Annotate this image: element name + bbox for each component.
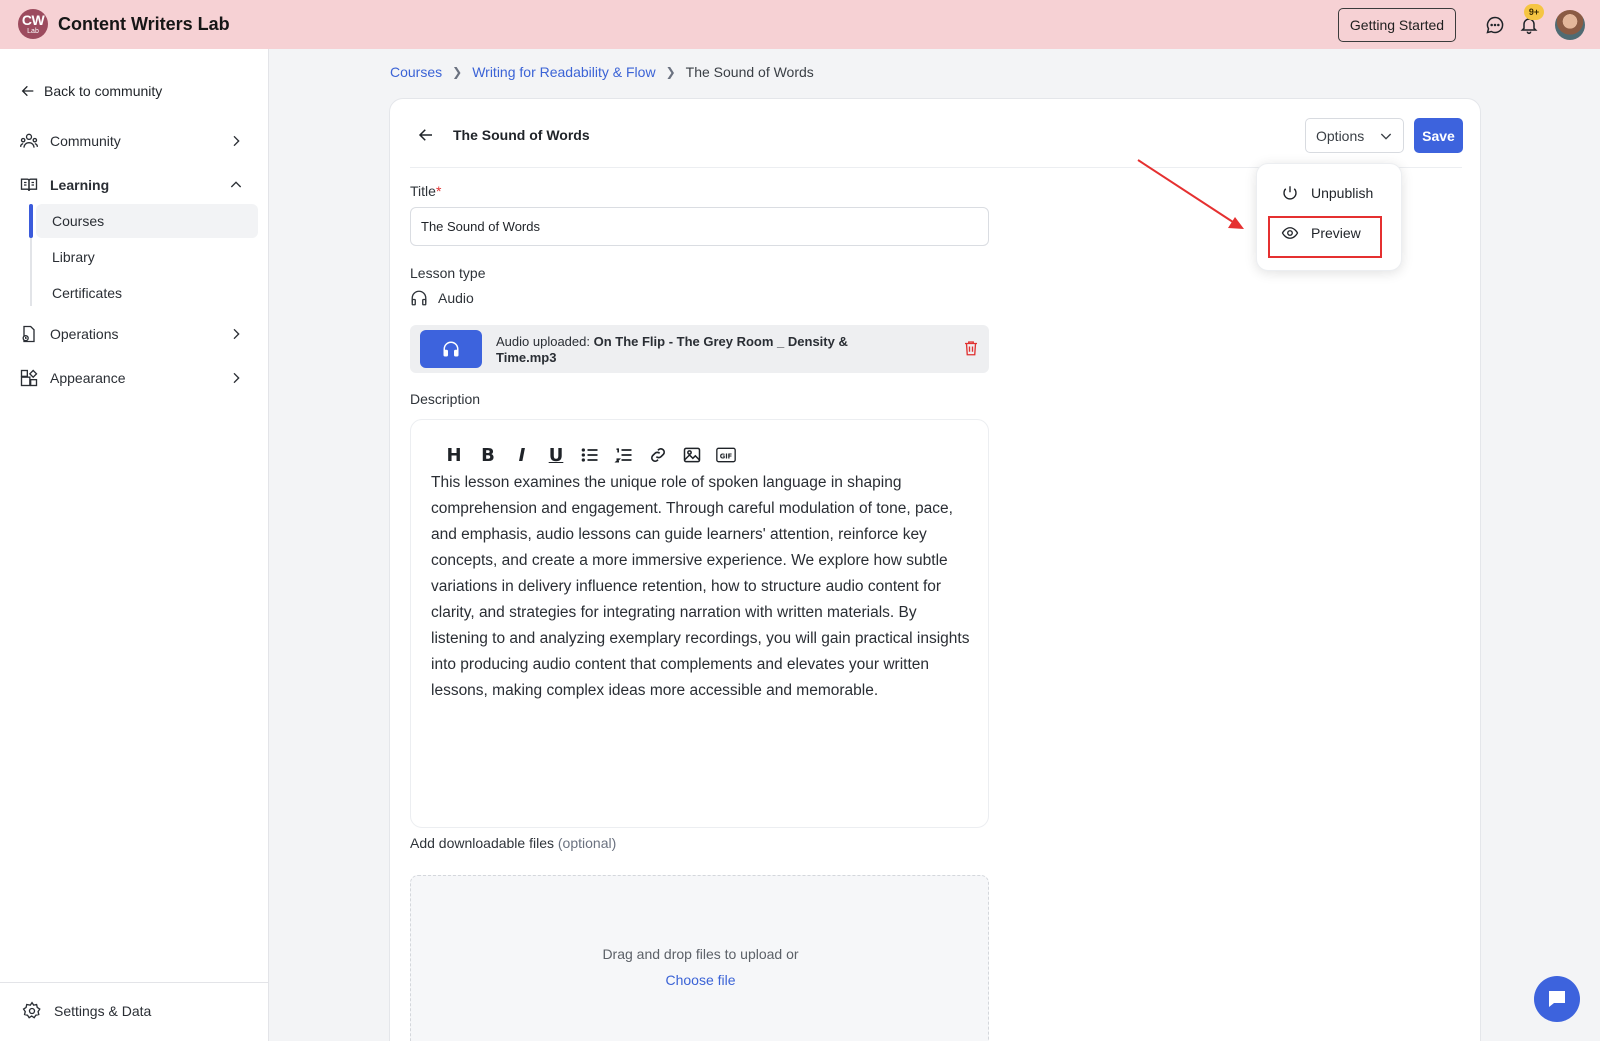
getting-started-button[interactable]: Getting Started (1338, 8, 1456, 42)
title-input[interactable] (410, 207, 989, 246)
description-label: Description (410, 391, 481, 407)
chat-bubble-icon (1549, 991, 1565, 1007)
logo-text-bottom: Lab (27, 28, 39, 35)
title-label: Title* (410, 183, 441, 199)
menu-item-label: Unpublish (1311, 185, 1374, 201)
options-dropdown-button[interactable]: Options (1305, 118, 1404, 153)
options-label: Options (1316, 127, 1365, 144)
sidebar-item-label: Appearance (50, 370, 126, 386)
bold-button[interactable]: B (471, 442, 505, 468)
power-icon (1283, 186, 1297, 200)
headphones-icon (411, 290, 427, 306)
underline-button[interactable]: U (539, 442, 573, 468)
preview-highlight-box (1268, 216, 1382, 258)
app-logo[interactable]: CW Lab (18, 9, 48, 39)
file-dropzone[interactable]: Drag and drop files to upload or Choose … (410, 875, 989, 1041)
chevron-right-icon (233, 135, 240, 147)
top-bar: CW Lab Content Writers Lab Getting Start… (0, 0, 1600, 49)
sidebar-item-learning[interactable]: Learning (18, 171, 250, 199)
sidebar-subitem-courses[interactable]: Courses (36, 204, 258, 238)
description-editor[interactable]: H B I U GIF This lesson examines the uni… (410, 419, 989, 828)
description-text[interactable]: This lesson examines the unique role of … (431, 470, 971, 704)
link-icon[interactable] (641, 442, 675, 468)
save-button[interactable]: Save (1414, 118, 1463, 153)
lesson-type-value: Audio (410, 289, 474, 307)
choose-file-link[interactable]: Choose file (411, 972, 990, 988)
chevron-right-icon (233, 328, 240, 340)
headphones-icon (443, 341, 459, 357)
chat-icon[interactable] (1484, 14, 1506, 36)
audio-upload-box: Audio uploaded: On The Flip - The Grey R… (410, 325, 989, 373)
gear-icon (22, 1001, 41, 1019)
image-icon[interactable] (675, 442, 709, 468)
operations-icon (18, 323, 40, 345)
back-arrow-icon[interactable] (417, 126, 435, 144)
audio-thumbnail[interactable] (420, 330, 482, 368)
sidebar-subitem-library[interactable]: Library (36, 240, 258, 274)
chevron-down-icon (1381, 133, 1392, 140)
sidebar-item-label: Operations (50, 326, 119, 342)
heading-button[interactable]: H (437, 442, 471, 468)
sidebar: Back to community Community Learning Cou… (0, 49, 269, 1041)
required-marker: * (435, 183, 442, 199)
chevron-right-icon (233, 372, 240, 384)
support-chat-button[interactable] (1534, 976, 1580, 1022)
breadcrumb-courses[interactable]: Courses (390, 64, 442, 80)
dropzone-text: Drag and drop files to upload or (602, 946, 799, 962)
editor-toolbar: H B I U GIF (437, 442, 743, 468)
files-label-text: Add downloadable files (410, 835, 554, 851)
gif-icon[interactable]: GIF (709, 442, 743, 468)
page-title: The Sound of Words (453, 127, 590, 143)
bullet-list-icon[interactable] (573, 442, 607, 468)
back-to-community-link[interactable]: Back to community (20, 83, 162, 99)
numbered-list-icon[interactable] (607, 442, 641, 468)
audio-prefix: Audio uploaded: (496, 334, 594, 349)
settings-label: Settings & Data (54, 1003, 152, 1019)
arrow-left-icon (21, 85, 34, 97)
breadcrumb-current: The Sound of Words (685, 64, 814, 80)
app-title[interactable]: Content Writers Lab (58, 14, 230, 35)
title-label-text: Title (410, 183, 436, 199)
italic-button[interactable]: I (505, 442, 539, 468)
settings-and-data-link[interactable]: Settings & Data (22, 1001, 151, 1021)
appearance-icon (18, 367, 40, 389)
logo-text-top: CW (21, 12, 45, 28)
breadcrumb: Courses ❯ Writing for Readability & Flow… (390, 64, 814, 80)
sidebar-item-label: Community (50, 133, 121, 149)
chevron-right-icon: ❯ (452, 65, 463, 79)
book-icon (18, 174, 40, 196)
audio-upload-text: Audio uploaded: On The Flip - The Grey R… (496, 334, 896, 366)
community-icon (18, 130, 40, 152)
lesson-type-label: Lesson type (410, 265, 486, 281)
svg-text:GIF: GIF (720, 452, 733, 460)
downloadable-files-label: Add downloadable files (optional) (410, 835, 616, 851)
back-to-community-label: Back to community (44, 83, 163, 99)
chevron-right-icon: ❯ (665, 65, 676, 79)
sidebar-item-operations[interactable]: Operations (18, 320, 250, 348)
chevron-up-icon (230, 181, 242, 188)
breadcrumb-course[interactable]: Writing for Readability & Flow (472, 64, 655, 80)
notification-badge: 9+ (1524, 4, 1544, 20)
menu-item-unpublish[interactable]: Unpublish (1281, 184, 1373, 202)
sidebar-divider (0, 982, 269, 983)
trash-icon[interactable] (962, 339, 980, 362)
sidebar-item-community[interactable]: Community (18, 127, 250, 155)
lesson-type-text: Audio (438, 290, 474, 306)
user-avatar[interactable] (1555, 10, 1585, 40)
sidebar-subitem-certificates[interactable]: Certificates (36, 276, 258, 310)
sidebar-item-appearance[interactable]: Appearance (18, 364, 250, 392)
subnav-active-indicator (29, 204, 33, 238)
sidebar-item-label: Learning (50, 177, 110, 193)
optional-text: (optional) (557, 835, 617, 851)
